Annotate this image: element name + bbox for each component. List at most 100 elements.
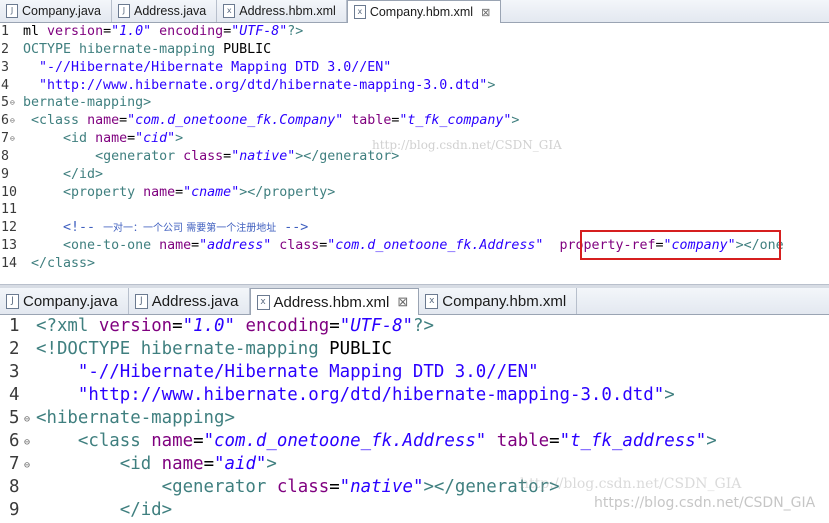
tab-address-hbm-xml[interactable]: x Address.hbm.xml ⊠ [249, 288, 420, 315]
code-line[interactable]: 1 ml version="1.0" encoding="UTF-8"?> [0, 23, 829, 41]
code-token: </id> [119, 500, 173, 520]
code-token: = [175, 184, 184, 200]
tab-label: Address.java [133, 4, 207, 18]
code-line[interactable]: 6 ⊖ <class name="com.d_onetoone_fk.Compan… [0, 112, 829, 130]
close-tab-icon[interactable]: ⊠ [481, 6, 490, 19]
line-number: 11 [0, 201, 23, 219]
code-token: "cname" [183, 184, 240, 200]
line-number: 14 [0, 255, 23, 273]
tab-address-hbm-xml[interactable]: x Address.hbm.xml [217, 0, 347, 22]
code-token: encoding [245, 316, 330, 336]
code-token: table [351, 113, 392, 129]
tab-address-java[interactable]: J Address.java [112, 0, 218, 22]
tab-address-java[interactable]: J Address.java [129, 288, 250, 314]
tab-company-hbm-xml[interactable]: x Company.hbm.xml [419, 288, 578, 314]
code-token: <generator [161, 477, 267, 497]
fold-toggle-icon[interactable]: ⊖ [24, 454, 30, 477]
code-token: = [191, 238, 200, 254]
code-area[interactable]: 1 <?xml version="1.0" encoding="UTF-8"?> 2… [0, 315, 829, 522]
tab-company-hbm-xml[interactable]: x Company.hbm.xml ⊠ [346, 0, 502, 23]
code-text: "http://www.hibernate.org/dtd/hibernate-… [23, 77, 829, 95]
code-token: "UTF-8" [231, 24, 288, 39]
code-token: = [193, 431, 204, 451]
code-line[interactable]: 4 "http://www.hibernate.org/dtd/hibernat… [0, 77, 829, 95]
code-line[interactable]: 9 </id> [0, 166, 829, 184]
code-token: </id> [63, 166, 104, 182]
code-line[interactable]: 1 <?xml version="1.0" encoding="UTF-8"?> [0, 315, 829, 338]
address-hbm-editor[interactable]: J Company.java J Address.java x Address.hbm.x… [0, 288, 829, 523]
code-token: > [706, 431, 717, 451]
close-tab-icon[interactable]: ⊠ [397, 294, 408, 310]
code-line[interactable]: 14 </class> [0, 255, 829, 273]
code-line[interactable]: 11 [0, 201, 829, 219]
fold-toggle-icon[interactable]: ⊖ [10, 94, 15, 112]
line-number-text: 3 [1, 59, 10, 75]
editor-tab-bar: J Company.java J Address.java x Address.hbm.x… [0, 0, 829, 23]
code-line[interactable]: 2 OCTYPE hibernate-mapping PUBLIC [0, 41, 829, 59]
company-hbm-editor[interactable]: J Company.java J Address.java x Address.hbm.x… [0, 0, 829, 286]
code-token: <id [119, 454, 152, 474]
code-token: version [47, 24, 104, 39]
tab-label: Company.hbm.xml [369, 5, 474, 19]
tab-label: Company.hbm.xml [442, 292, 567, 310]
code-area[interactable]: 1 ml version="1.0" encoding="UTF-8"?> 2 OCT… [0, 23, 829, 273]
code-text: <id name="cid"> [23, 130, 829, 148]
code-token: name [87, 113, 120, 129]
line-number: 13 [0, 237, 23, 255]
code-line[interactable]: 7 ⊖ <id name="cid"> [0, 130, 829, 148]
tab-label: Company.java [22, 4, 101, 18]
code-token: = [223, 24, 232, 39]
code-line[interactable]: 5 ⊖ bernate-mapping> [0, 94, 829, 112]
fold-toggle-icon[interactable]: ⊖ [24, 431, 30, 454]
code-text: <?xml version="1.0" encoding="UTF-8"?> [36, 315, 829, 338]
code-token: "address" [199, 238, 272, 254]
code-token: <one-to-one [63, 238, 152, 254]
code-line[interactable]: 13 <one-to-one name="address" class="com… [0, 237, 829, 255]
code-token: ></property> [239, 184, 336, 200]
code-line[interactable]: 10 <property name="cname"></property> [0, 184, 829, 202]
code-line[interactable]: 7 ⊖ <id name="aid"> [0, 453, 829, 476]
java-file-icon: J [6, 4, 18, 18]
line-number: 10 [0, 184, 23, 202]
fold-toggle-icon[interactable]: ⊖ [10, 130, 15, 148]
code-line[interactable]: 5 ⊖ <hibernate-mapping> [0, 407, 829, 430]
line-number: 8 [0, 148, 23, 166]
code-token: "-//Hibernate/Hibernate Mapping DTD 3.0/… [23, 59, 392, 75]
code-line[interactable]: 4 "http://www.hibernate.org/dtd/hibernat… [0, 384, 829, 407]
code-line[interactable]: 9 </id> [0, 499, 829, 522]
code-token: class [276, 477, 330, 497]
code-line[interactable]: 3 "-//Hibernate/Hibernate Mapping DTD 3.… [0, 59, 829, 77]
fold-toggle-icon[interactable]: ⊖ [24, 408, 30, 431]
code-token: > [511, 113, 520, 129]
code-token: <!-- [63, 220, 104, 236]
code-text: bernate-mapping> [23, 94, 829, 112]
xml-file-icon: x [256, 294, 270, 310]
tab-company-java[interactable]: J Company.java [0, 288, 129, 314]
line-number-text: 6 [9, 431, 20, 451]
code-token: > [487, 77, 496, 93]
code-line[interactable]: 2 <!DOCTYPE hibernate-mapping PUBLIC [0, 338, 829, 361]
code-token: ></generator> [423, 477, 560, 497]
code-token: name [143, 184, 176, 200]
code-token: "t_fk_address" [559, 431, 707, 451]
code-line[interactable]: 8 <generator class="native"></generator> [0, 476, 829, 499]
code-token: <!DOCTYPE [36, 339, 141, 359]
tab-company-java[interactable]: J Company.java [0, 0, 112, 22]
code-line[interactable]: 3 "-//Hibernate/Hibernate Mapping DTD 3.… [0, 361, 829, 384]
code-token: name [151, 431, 194, 451]
code-line[interactable]: 12 <!-- 一对一：一个公司 需要第一个注册地址 --> [0, 219, 829, 237]
line-number: 9 [0, 166, 23, 184]
fold-toggle-icon[interactable]: ⊖ [10, 112, 15, 130]
code-line[interactable]: 8 <generator class="native"></generator> [0, 148, 829, 166]
code-line[interactable]: 6 ⊖ <class name="com.d_onetoone_fk.Addres… [0, 430, 829, 453]
code-token: PUBLIC [215, 41, 272, 57]
code-text: "http://www.hibernate.org/dtd/hibernate-… [36, 384, 829, 407]
